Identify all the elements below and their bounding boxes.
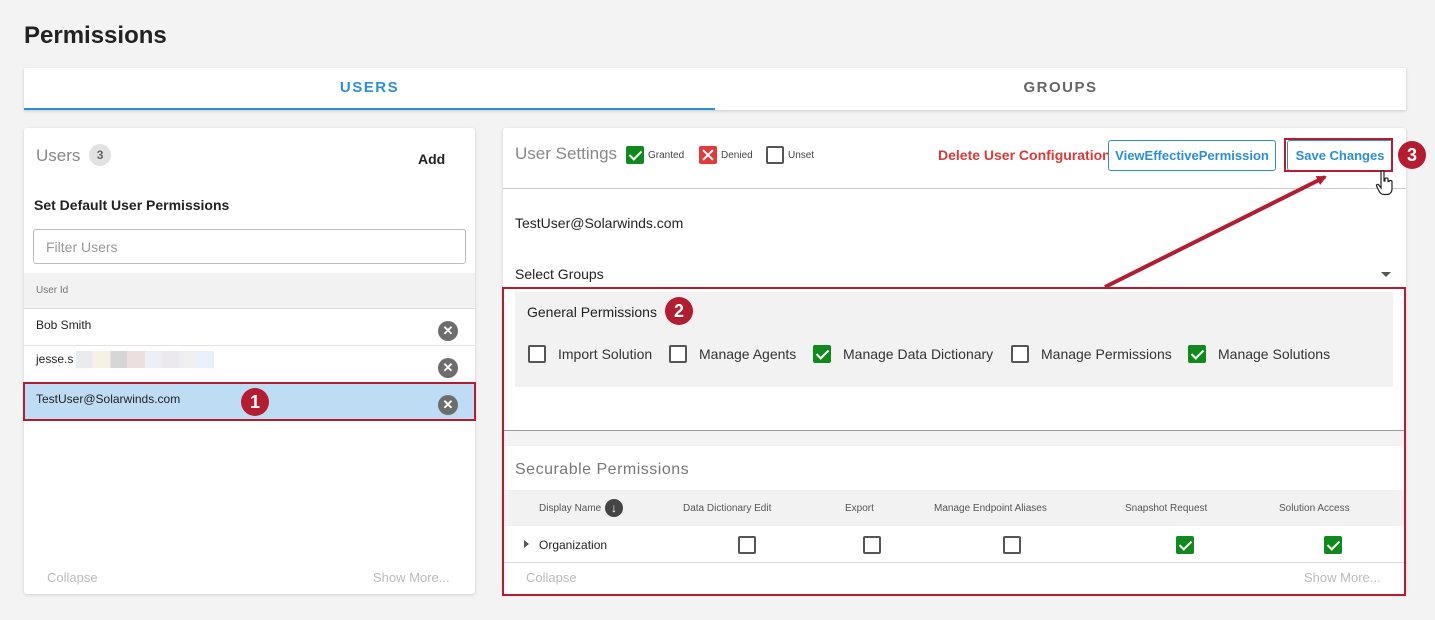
perm-label: Manage Agents [699, 346, 797, 362]
unset-box-icon [766, 146, 784, 164]
add-user-button[interactable]: Add [418, 151, 445, 167]
perm-manage-solutions[interactable]: Manage Solutions [1188, 345, 1330, 363]
remove-user-icon[interactable]: ✕ [438, 358, 458, 378]
checkbox-checked[interactable] [813, 345, 831, 363]
page-title: Permissions [24, 22, 167, 49]
tab-users[interactable]: USERS [24, 68, 715, 110]
checkbox[interactable] [528, 345, 546, 363]
perm-label: Manage Permissions [1041, 346, 1172, 362]
user-row[interactable]: jesse.s ✕ [24, 346, 475, 383]
checkbox-checked[interactable] [1176, 536, 1194, 554]
collapse-link[interactable]: Collapse [47, 570, 98, 585]
annotation-marker-3: 3 [1398, 141, 1426, 169]
checkbox-checked[interactable] [1324, 536, 1342, 554]
col-export: Export [845, 503, 874, 514]
delete-user-configuration-button[interactable]: Delete User Configuration [938, 147, 1111, 163]
tab-groups[interactable]: GROUPS [715, 68, 1406, 110]
denied-x-icon [699, 146, 717, 164]
col-snapshot-request: Snapshot Request [1125, 503, 1208, 514]
securable-table-header: Display Name ↓ Data Dictionary Edit Expo… [503, 490, 1406, 526]
legend-denied: Denied [699, 146, 753, 164]
user-settings-panel: User Settings Granted Denied Unset Delet… [503, 128, 1406, 594]
checkbox[interactable] [738, 536, 756, 554]
perm-label: Manage Data Dictionary [843, 346, 994, 362]
col-data-dictionary-edit: Data Dictionary Edit [683, 503, 772, 514]
header-divider [503, 188, 1406, 189]
caret-down-icon [1381, 272, 1391, 277]
collapse-link[interactable]: Collapse [526, 570, 577, 585]
perm-label: Manage Solutions [1218, 346, 1331, 362]
securable-row: Organization [503, 526, 1406, 563]
perm-manage-data-dictionary[interactable]: Manage Data Dictionary [813, 345, 993, 363]
users-panel: Users 3 Add Set Default User Permissions… [24, 128, 475, 594]
perm-manage-permissions[interactable]: Manage Permissions [1011, 345, 1172, 363]
remove-user-icon[interactable]: ✕ [438, 321, 458, 341]
perm-label: Import Solution [558, 346, 653, 362]
checkbox[interactable] [1003, 536, 1021, 554]
default-permissions-link[interactable]: Set Default User Permissions [34, 197, 229, 213]
legend-unset: Unset [766, 146, 814, 164]
perm-manage-agents[interactable]: Manage Agents [669, 345, 796, 363]
user-name: jesse.s [36, 352, 74, 366]
view-effective-permission-button[interactable]: ViewEffectivePermission [1108, 140, 1276, 171]
securable-permissions-section: Securable Permissions Display Name ↓ Dat… [503, 446, 1406, 594]
general-permissions-title: General Permissions [527, 304, 657, 320]
sort-arrow-down-icon[interactable]: ↓ [605, 499, 623, 517]
user-settings-title: User Settings [515, 144, 618, 163]
filter-users-input[interactable] [33, 229, 466, 264]
expand-caret-icon[interactable] [524, 540, 529, 548]
user-row[interactable]: Bob Smith ✕ [24, 309, 475, 346]
checkbox[interactable] [863, 536, 881, 554]
section-spacer [503, 431, 1406, 446]
perm-import-solution[interactable]: Import Solution [528, 345, 652, 363]
user-email: TestUser@Solarwinds.com [515, 215, 684, 231]
user-name: TestUser@Solarwinds.com [36, 392, 181, 406]
select-groups-label: Select Groups [515, 266, 604, 282]
legend-unset-label: Unset [788, 149, 815, 161]
granted-check-icon [626, 146, 644, 164]
tab-bar: USERS GROUPS [24, 68, 1406, 110]
save-changes-button[interactable]: Save Changes [1287, 140, 1393, 171]
general-permissions-section: General Permissions Import Solution Mana… [515, 292, 1393, 387]
legend-granted: Granted [626, 146, 684, 164]
hand-pointer-icon [1375, 170, 1393, 196]
users-title: Users 3 [36, 144, 112, 166]
checkbox[interactable] [669, 345, 687, 363]
show-more-link[interactable]: Show More... [1304, 570, 1381, 585]
annotation-marker-1: 1 [241, 388, 269, 416]
show-more-link[interactable]: Show More... [373, 570, 450, 585]
checkbox[interactable] [1011, 345, 1029, 363]
legend-denied-label: Denied [721, 149, 753, 161]
col-manage-endpoint-aliases: Manage Endpoint Aliases [934, 503, 1047, 514]
user-id-column-header: User Id [24, 273, 475, 309]
redacted-blur [76, 351, 214, 368]
users-count-badge: 3 [89, 144, 112, 166]
securable-permissions-title: Securable Permissions [515, 461, 690, 478]
checkbox-checked[interactable] [1188, 345, 1206, 363]
col-display-name[interactable]: Display Name [539, 503, 601, 514]
legend-granted-label: Granted [648, 149, 685, 161]
select-groups-dropdown[interactable]: Select Groups [515, 266, 1391, 288]
annotation-marker-2: 2 [665, 297, 693, 325]
col-solution-access: Solution Access [1279, 503, 1350, 514]
user-name: Bob Smith [36, 318, 92, 332]
row-name: Organization [539, 538, 608, 552]
remove-user-icon[interactable]: ✕ [438, 395, 458, 415]
users-title-label: Users [36, 146, 81, 165]
